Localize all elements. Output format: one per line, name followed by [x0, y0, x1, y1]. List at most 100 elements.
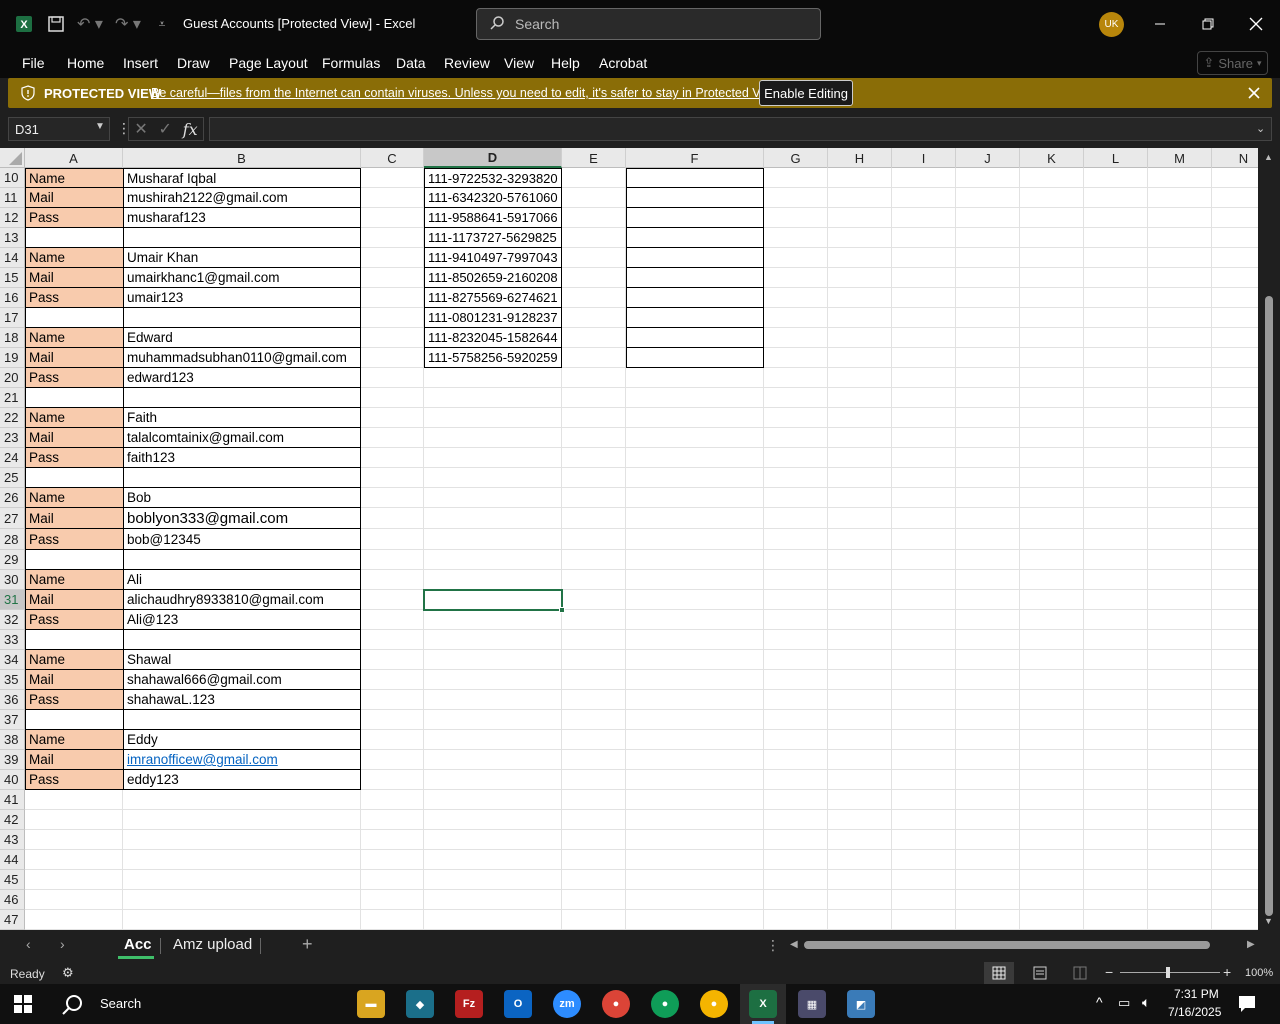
enable-editing-button[interactable]: Enable Editing — [759, 80, 853, 106]
notification-icon[interactable] — [1237, 994, 1257, 1019]
column-header-a[interactable]: A — [25, 148, 123, 168]
cell-value[interactable]: shahawal666@gmail.com — [123, 670, 361, 690]
column-header-k[interactable]: K — [1020, 148, 1084, 168]
empty-bordered-cell[interactable] — [626, 208, 764, 228]
cell-value[interactable]: shahawaL.123 — [123, 690, 361, 710]
horizontal-scroll-thumb[interactable] — [804, 941, 1210, 949]
zoom-out-icon[interactable]: − — [1105, 964, 1113, 980]
cell-value[interactable]: muhammadsubhan0110@gmail.com — [123, 348, 361, 368]
zoom-level[interactable]: 100% — [1245, 967, 1273, 979]
cell-value[interactable] — [123, 710, 361, 730]
cell-label[interactable]: Mail — [25, 508, 123, 529]
row-header-33[interactable]: 33 — [0, 630, 25, 650]
row-header-10[interactable]: 10 — [0, 168, 25, 188]
cell-label[interactable]: Pass — [25, 529, 123, 550]
row-header-15[interactable]: 15 — [0, 268, 25, 288]
page-break-view-icon[interactable] — [1068, 962, 1092, 984]
cell-label[interactable] — [25, 228, 123, 248]
phone-cell[interactable]: 111-8275569-6274621 — [424, 288, 562, 308]
close-icon[interactable] — [1248, 86, 1260, 104]
cancel-icon[interactable]: ✕ — [134, 119, 147, 139]
cell-value[interactable]: bob@12345 — [123, 529, 361, 550]
zoom-slider-thumb[interactable] — [1166, 967, 1170, 978]
accessibility-icon[interactable]: ⚙ — [62, 965, 74, 981]
scroll-left-icon[interactable]: ◀ — [790, 939, 798, 950]
cell-label[interactable]: Name — [25, 328, 123, 348]
row-header-26[interactable]: 26 — [0, 488, 25, 508]
cell-value[interactable]: faith123 — [123, 448, 361, 468]
taskbar-search-label[interactable]: Search — [100, 996, 141, 1011]
cell-value[interactable]: Eddy — [123, 730, 361, 750]
phone-cell[interactable]: 111-5758256-5920259 — [424, 348, 562, 368]
row-header-39[interactable]: 39 — [0, 750, 25, 770]
zoom-slider[interactable] — [1120, 972, 1220, 973]
cell-value[interactable]: talalcomtainix@gmail.com — [123, 428, 361, 448]
row-header-14[interactable]: 14 — [0, 248, 25, 268]
network-icon[interactable]: ▭ — [1118, 995, 1130, 1011]
row-header-20[interactable]: 20 — [0, 368, 25, 388]
tab-help[interactable]: Help — [551, 55, 580, 71]
cell-value[interactable]: boblyon333@gmail.com — [123, 508, 361, 529]
tab-acrobat[interactable]: Acrobat — [599, 55, 647, 71]
row-header-43[interactable]: 43 — [0, 830, 25, 850]
cell-label[interactable]: Mail — [25, 590, 123, 610]
row-header-42[interactable]: 42 — [0, 810, 25, 830]
cell-label[interactable] — [25, 550, 123, 570]
cell-label[interactable]: Name — [25, 248, 123, 268]
empty-bordered-cell[interactable] — [626, 248, 764, 268]
empty-bordered-cell[interactable] — [626, 188, 764, 208]
row-header-19[interactable]: 19 — [0, 348, 25, 368]
cell-label[interactable]: Mail — [25, 348, 123, 368]
tab-draw[interactable]: Draw — [177, 55, 210, 71]
tab-data[interactable]: Data — [396, 55, 426, 71]
undo-icon[interactable]: ↶ ▾ — [75, 12, 105, 36]
cell-value[interactable]: alichaudhry8933810@gmail.com — [123, 590, 361, 610]
cell-value[interactable]: mushirah2122@gmail.com — [123, 188, 361, 208]
cell-value[interactable] — [123, 228, 361, 248]
row-header-16[interactable]: 16 — [0, 288, 25, 308]
row-header-38[interactable]: 38 — [0, 730, 25, 750]
restore-icon[interactable] — [1196, 12, 1220, 36]
empty-bordered-cell[interactable] — [626, 228, 764, 248]
column-header-m[interactable]: M — [1148, 148, 1212, 168]
name-box[interactable]: D31 ▼ — [8, 117, 110, 141]
phone-cell[interactable]: 111-8232045-1582644 — [424, 328, 562, 348]
row-header-29[interactable]: 29 — [0, 550, 25, 570]
select-all-button[interactable] — [0, 148, 25, 168]
sheet-tab-acc[interactable]: Acc — [124, 936, 152, 953]
row-header-31[interactable]: 31 — [0, 590, 25, 610]
row-header-25[interactable]: 25 — [0, 468, 25, 488]
chrome-profile-icon[interactable]: ● — [700, 990, 728, 1018]
cell-label[interactable]: Name — [25, 408, 123, 428]
clock-date[interactable]: 7/16/2025 — [1168, 1005, 1221, 1019]
volume-icon[interactable]: 🔈︎ — [1142, 994, 1150, 1011]
cell-label[interactable]: Pass — [25, 288, 123, 308]
column-header-h[interactable]: H — [828, 148, 892, 168]
search-icon[interactable] — [60, 993, 84, 1022]
protected-view-message[interactable]: Be careful—files from the Internet can c… — [151, 86, 782, 100]
phone-cell[interactable]: 111-9410497-7997043 — [424, 248, 562, 268]
chrome-profile-icon[interactable]: ● — [651, 990, 679, 1018]
empty-bordered-cell[interactable] — [626, 268, 764, 288]
column-header-c[interactable]: C — [361, 148, 424, 168]
column-header-f[interactable]: F — [626, 148, 764, 168]
tab-insert[interactable]: Insert — [123, 55, 158, 71]
customize-toolbar-icon[interactable]: ⩡ — [152, 12, 172, 36]
search-input[interactable]: Search — [476, 8, 821, 40]
share-button[interactable]: ⇪ Share ▾ — [1197, 51, 1268, 75]
row-header-41[interactable]: 41 — [0, 790, 25, 810]
cell-label[interactable]: Pass — [25, 610, 123, 630]
cell-value[interactable]: Musharaf Iqbal — [123, 168, 361, 188]
phone-cell[interactable]: 111-9722532-3293820 — [424, 168, 562, 188]
tab-view[interactable]: View — [504, 55, 534, 71]
app-icon[interactable]: ◆ — [406, 990, 434, 1018]
row-header-22[interactable]: 22 — [0, 408, 25, 428]
cell-label[interactable]: Pass — [25, 448, 123, 468]
cell-label[interactable] — [25, 308, 123, 328]
phone-cell[interactable]: 111-8502659-2160208 — [424, 268, 562, 288]
cell-value[interactable]: Ali — [123, 570, 361, 590]
empty-bordered-cell[interactable] — [626, 168, 764, 188]
cell-value[interactable] — [123, 630, 361, 650]
cell-label[interactable]: Name — [25, 730, 123, 750]
row-header-36[interactable]: 36 — [0, 690, 25, 710]
